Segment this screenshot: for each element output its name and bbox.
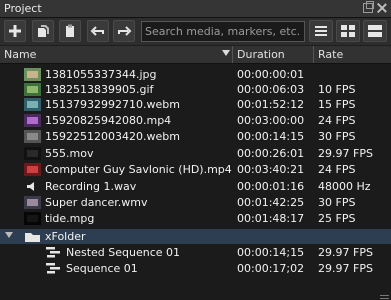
media-thumbnail-icon	[24, 98, 41, 111]
tiles-view-icon	[341, 25, 355, 37]
undo-icon	[90, 26, 104, 36]
row-duration: 00:00:14:15	[237, 130, 305, 143]
row-rate: 29.97 FPS	[318, 262, 373, 275]
row-rate: 30 FPS	[318, 196, 356, 209]
row-name: Recording 1.wav	[45, 180, 137, 193]
sequence-icon	[46, 263, 60, 274]
row-rate: 30 FPS	[318, 130, 356, 143]
row-rate: 10 FPS	[318, 83, 356, 96]
row-rate: 29.97 FPS	[318, 147, 373, 160]
paste-icon	[66, 24, 74, 37]
icons-view-button[interactable]	[363, 20, 387, 42]
redo-icon	[118, 26, 132, 36]
media-thumbnail-icon	[24, 130, 41, 143]
folder-icon	[25, 233, 40, 242]
folder-row[interactable]: xFolder	[0, 229, 391, 244]
row-name: Nested Sequence 01	[66, 246, 181, 259]
media-thumbnail-icon	[24, 163, 41, 176]
media-thumbnail-icon	[24, 147, 41, 160]
close-icon[interactable]	[377, 3, 387, 13]
redo-button[interactable]	[113, 20, 135, 42]
row-name: tide.mpg	[45, 212, 95, 225]
row-name: 15922512003420.webm	[45, 130, 180, 143]
row-duration: 00:01:42:25	[237, 196, 305, 209]
row-name: 555.mov	[45, 147, 94, 160]
row-duration: 00:01:52:12	[237, 98, 305, 111]
table-row[interactable]: 15920825942080.mp4 00:03:00:00 24 FPS	[0, 113, 391, 128]
row-name: xFolder	[45, 230, 86, 243]
table-row[interactable]: Computer Guy Savlonic (HD).mp4 00:03:40:2…	[0, 162, 391, 177]
table-row[interactable]: Nested Sequence 01 00:00:14;15 29.97 FPS	[0, 245, 391, 260]
tiles-view-button[interactable]	[336, 20, 360, 42]
plus-icon	[9, 25, 21, 37]
search-input[interactable]	[141, 21, 305, 42]
row-name: 1381055337344.jpg	[45, 68, 157, 81]
copy-icon	[38, 25, 49, 37]
row-duration: 00:00:06:03	[237, 83, 305, 96]
media-table: Name Duration Rate 1381055337344.jpg 00:0…	[0, 46, 391, 300]
row-name: 1382513839905.gif	[45, 83, 154, 96]
row-name: 15137932992710.webm	[45, 98, 180, 111]
row-name: 15920825942080.mp4	[45, 114, 172, 127]
table-row[interactable]: 1382513839905.gif 00:00:06:03 10 FPS	[0, 82, 391, 97]
table-row[interactable]: Recording 1.wav 00:00:01:16 48000 Hz	[0, 179, 391, 194]
row-rate: 24 FPS	[318, 163, 356, 176]
media-thumbnail-icon	[24, 212, 41, 225]
sort-descending-icon	[222, 50, 230, 56]
column-divider[interactable]	[232, 46, 233, 63]
details-view-icon	[315, 26, 327, 36]
table-row[interactable]: 555.mov 00:00:26:01 29.97 FPS	[0, 146, 391, 161]
row-duration: 00:00:26:01	[237, 147, 305, 160]
paste-button[interactable]	[59, 20, 81, 42]
row-name: Sequence 01	[66, 262, 138, 275]
row-duration: 00:00:14;15	[237, 246, 305, 259]
row-duration: 00:03:40:21	[237, 163, 305, 176]
row-rate: 48000 Hz	[318, 180, 371, 193]
icons-view-icon	[368, 25, 382, 37]
copy-button[interactable]	[32, 20, 54, 42]
row-name: Computer Guy Savlonic (HD).mp4	[45, 163, 232, 176]
undo-button[interactable]	[87, 20, 109, 42]
media-thumbnail-icon	[24, 114, 41, 127]
column-duration[interactable]: Duration	[237, 48, 285, 61]
table-row[interactable]: 15137932992710.webm 00:01:52:12 15 FPS	[0, 97, 391, 112]
media-thumbnail-icon	[24, 68, 41, 81]
table-row[interactable]: 15922512003420.webm 00:00:14:15 30 FPS	[0, 129, 391, 144]
row-rate: 15 FPS	[318, 98, 356, 111]
row-duration: 00:03:00:00	[237, 114, 305, 127]
row-rate: 24 FPS	[318, 114, 356, 127]
column-rate[interactable]: Rate	[318, 48, 343, 61]
details-view-button[interactable]	[309, 20, 333, 42]
table-row[interactable]: Sequence 01 00:00:17;02 29.97 FPS	[0, 261, 391, 276]
column-name[interactable]: Name	[4, 48, 36, 61]
row-duration: 00:01:48:17	[237, 212, 305, 225]
float-panel-icon[interactable]	[363, 1, 374, 13]
media-thumbnail-icon	[24, 196, 41, 209]
row-rate: 25 FPS	[318, 212, 356, 225]
table-row[interactable]: Super dancer.wmv 00:01:42:25 30 FPS	[0, 195, 391, 210]
row-duration: 00:00:00:01	[237, 68, 305, 81]
column-divider[interactable]	[313, 46, 314, 63]
panel-titlebar: Project	[0, 0, 391, 18]
panel-title: Project	[4, 2, 42, 15]
expand-arrow-icon[interactable]	[5, 232, 13, 238]
resize-grip-icon[interactable]	[380, 295, 389, 299]
project-panel: Project Name	[0, 0, 391, 300]
speaker-icon	[27, 182, 34, 191]
row-duration: 00:00:01:16	[237, 180, 305, 193]
toolbar	[0, 18, 391, 45]
table-row[interactable]: 1381055337344.jpg 00:00:00:01	[0, 67, 391, 82]
row-rate: 29.97 FPS	[318, 246, 373, 259]
table-header: Name Duration Rate	[0, 46, 391, 64]
media-thumbnail-icon	[24, 83, 41, 96]
row-duration: 00:00:17;02	[237, 262, 305, 275]
row-name: Super dancer.wmv	[45, 196, 148, 209]
table-row[interactable]: tide.mpg 00:01:48:17 25 FPS	[0, 211, 391, 226]
sequence-icon	[46, 247, 60, 258]
add-button[interactable]	[4, 20, 26, 42]
